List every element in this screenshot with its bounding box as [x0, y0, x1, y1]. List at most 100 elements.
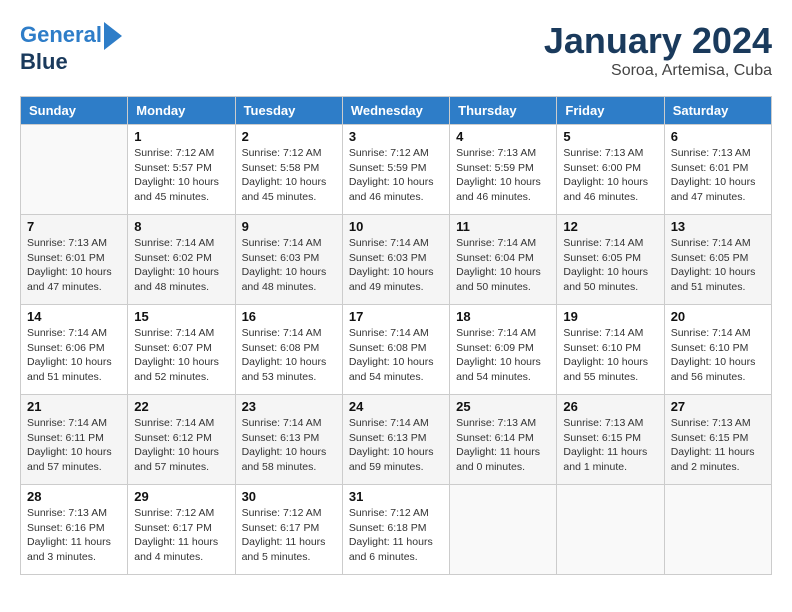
- day-info: Sunrise: 7:12 AM Sunset: 5:59 PM Dayligh…: [349, 146, 443, 205]
- day-info: Sunrise: 7:13 AM Sunset: 6:15 PM Dayligh…: [563, 416, 657, 475]
- day-info: Sunrise: 7:13 AM Sunset: 5:59 PM Dayligh…: [456, 146, 550, 205]
- week-row-2: 7 Sunrise: 7:13 AM Sunset: 6:01 PM Daylig…: [21, 215, 772, 305]
- day-info: Sunrise: 7:14 AM Sunset: 6:08 PM Dayligh…: [349, 326, 443, 385]
- calendar-cell: 21 Sunrise: 7:14 AM Sunset: 6:11 PM Dayli…: [21, 395, 128, 485]
- day-info: Sunrise: 7:12 AM Sunset: 6:18 PM Dayligh…: [349, 506, 443, 565]
- day-info: Sunrise: 7:12 AM Sunset: 6:17 PM Dayligh…: [242, 506, 336, 565]
- calendar-cell: 15Sunrise: 7:14 AM Sunset: 6:07 PM Dayli…: [128, 305, 235, 395]
- calendar-cell: 28 Sunrise: 7:13 AM Sunset: 6:16 PM Dayli…: [21, 485, 128, 575]
- day-info: Sunrise: 7:13 AM Sunset: 6:16 PM Dayligh…: [27, 506, 121, 565]
- day-info: Sunrise: 7:14 AM Sunset: 6:13 PM Dayligh…: [242, 416, 336, 475]
- day-number: 5: [563, 129, 657, 144]
- day-number: 26: [563, 399, 657, 414]
- calendar-cell: 23 Sunrise: 7:14 AM Sunset: 6:13 PM Dayli…: [235, 395, 342, 485]
- calendar-table: SundayMondayTuesdayWednesdayThursdayFrid…: [20, 96, 772, 575]
- day-number: 13: [671, 219, 765, 234]
- day-number: 2: [242, 129, 336, 144]
- week-row-5: 28 Sunrise: 7:13 AM Sunset: 6:16 PM Dayli…: [21, 485, 772, 575]
- calendar-cell: 26 Sunrise: 7:13 AM Sunset: 6:15 PM Dayli…: [557, 395, 664, 485]
- day-info: Sunrise: 7:14 AM Sunset: 6:03 PM Dayligh…: [242, 236, 336, 295]
- day-info: Sunrise: 7:13 AM Sunset: 6:00 PM Dayligh…: [563, 146, 657, 205]
- day-number: 17: [349, 309, 443, 324]
- weekday-header-sunday: Sunday: [21, 97, 128, 125]
- day-info: Sunrise: 7:14 AM Sunset: 6:13 PM Dayligh…: [349, 416, 443, 475]
- calendar-cell: 20Sunrise: 7:14 AM Sunset: 6:10 PM Dayli…: [664, 305, 771, 395]
- calendar-cell: 6Sunrise: 7:13 AM Sunset: 6:01 PM Daylig…: [664, 125, 771, 215]
- logo-text: General: [20, 23, 102, 47]
- calendar-cell: 11 Sunrise: 7:14 AM Sunset: 6:04 PM Dayli…: [450, 215, 557, 305]
- day-info: Sunrise: 7:14 AM Sunset: 6:08 PM Dayligh…: [242, 326, 336, 385]
- calendar-cell: 13 Sunrise: 7:14 AM Sunset: 6:05 PM Dayli…: [664, 215, 771, 305]
- day-number: 14: [27, 309, 121, 324]
- day-info: Sunrise: 7:14 AM Sunset: 6:10 PM Dayligh…: [563, 326, 657, 385]
- calendar-cell: 30Sunrise: 7:12 AM Sunset: 6:17 PM Dayli…: [235, 485, 342, 575]
- day-info: Sunrise: 7:13 AM Sunset: 6:01 PM Dayligh…: [671, 146, 765, 205]
- calendar-cell: 9 Sunrise: 7:14 AM Sunset: 6:03 PM Daylig…: [235, 215, 342, 305]
- day-number: 7: [27, 219, 121, 234]
- day-info: Sunrise: 7:14 AM Sunset: 6:02 PM Dayligh…: [134, 236, 228, 295]
- week-row-3: 14Sunrise: 7:14 AM Sunset: 6:06 PM Dayli…: [21, 305, 772, 395]
- calendar-cell: 3 Sunrise: 7:12 AM Sunset: 5:59 PM Daylig…: [342, 125, 449, 215]
- day-number: 27: [671, 399, 765, 414]
- title-block: January 2024 Soroa, Artemisa, Cuba: [544, 20, 772, 80]
- day-number: 1: [134, 129, 228, 144]
- day-info: Sunrise: 7:12 AM Sunset: 5:58 PM Dayligh…: [242, 146, 336, 205]
- day-number: 20: [671, 309, 765, 324]
- calendar-cell: 5 Sunrise: 7:13 AM Sunset: 6:00 PM Daylig…: [557, 125, 664, 215]
- week-row-4: 21 Sunrise: 7:14 AM Sunset: 6:11 PM Dayli…: [21, 395, 772, 485]
- day-number: 10: [349, 219, 443, 234]
- logo-arrow-icon: [104, 22, 122, 50]
- calendar-cell: 7 Sunrise: 7:13 AM Sunset: 6:01 PM Daylig…: [21, 215, 128, 305]
- day-number: 29: [134, 489, 228, 504]
- day-number: 23: [242, 399, 336, 414]
- day-info: Sunrise: 7:14 AM Sunset: 6:11 PM Dayligh…: [27, 416, 121, 475]
- day-number: 25: [456, 399, 550, 414]
- day-number: 11: [456, 219, 550, 234]
- day-info: Sunrise: 7:13 AM Sunset: 6:01 PM Dayligh…: [27, 236, 121, 295]
- calendar-cell: 29 Sunrise: 7:12 AM Sunset: 6:17 PM Dayli…: [128, 485, 235, 575]
- calendar-cell: [664, 485, 771, 575]
- calendar-cell: 24 Sunrise: 7:14 AM Sunset: 6:13 PM Dayli…: [342, 395, 449, 485]
- weekday-header-saturday: Saturday: [664, 97, 771, 125]
- day-number: 22: [134, 399, 228, 414]
- weekday-header-thursday: Thursday: [450, 97, 557, 125]
- day-number: 24: [349, 399, 443, 414]
- day-info: Sunrise: 7:14 AM Sunset: 6:03 PM Dayligh…: [349, 236, 443, 295]
- day-info: Sunrise: 7:12 AM Sunset: 5:57 PM Dayligh…: [134, 146, 228, 205]
- day-number: 3: [349, 129, 443, 144]
- day-number: 8: [134, 219, 228, 234]
- day-info: Sunrise: 7:14 AM Sunset: 6:05 PM Dayligh…: [563, 236, 657, 295]
- week-row-1: 1 Sunrise: 7:12 AM Sunset: 5:57 PM Daylig…: [21, 125, 772, 215]
- day-number: 4: [456, 129, 550, 144]
- weekday-header-friday: Friday: [557, 97, 664, 125]
- day-number: 21: [27, 399, 121, 414]
- calendar-cell: 19 Sunrise: 7:14 AM Sunset: 6:10 PM Dayli…: [557, 305, 664, 395]
- logo-blue: Blue: [20, 50, 122, 74]
- day-number: 28: [27, 489, 121, 504]
- day-info: Sunrise: 7:14 AM Sunset: 6:09 PM Dayligh…: [456, 326, 550, 385]
- day-number: 16: [242, 309, 336, 324]
- day-info: Sunrise: 7:13 AM Sunset: 6:15 PM Dayligh…: [671, 416, 765, 475]
- logo: General Blue: [20, 20, 122, 74]
- page-header: General Blue January 2024 Soroa, Artemis…: [20, 20, 772, 80]
- calendar-cell: 18 Sunrise: 7:14 AM Sunset: 6:09 PM Dayli…: [450, 305, 557, 395]
- day-number: 19: [563, 309, 657, 324]
- calendar-cell: 17 Sunrise: 7:14 AM Sunset: 6:08 PM Dayli…: [342, 305, 449, 395]
- day-info: Sunrise: 7:14 AM Sunset: 6:05 PM Dayligh…: [671, 236, 765, 295]
- day-info: Sunrise: 7:14 AM Sunset: 6:04 PM Dayligh…: [456, 236, 550, 295]
- day-info: Sunrise: 7:12 AM Sunset: 6:17 PM Dayligh…: [134, 506, 228, 565]
- calendar-cell: [450, 485, 557, 575]
- day-info: Sunrise: 7:14 AM Sunset: 6:07 PM Dayligh…: [134, 326, 228, 385]
- calendar-cell: [21, 125, 128, 215]
- day-number: 18: [456, 309, 550, 324]
- calendar-cell: [557, 485, 664, 575]
- calendar-cell: 25 Sunrise: 7:13 AM Sunset: 6:14 PM Dayli…: [450, 395, 557, 485]
- calendar-cell: 10 Sunrise: 7:14 AM Sunset: 6:03 PM Dayli…: [342, 215, 449, 305]
- calendar-cell: 8 Sunrise: 7:14 AM Sunset: 6:02 PM Daylig…: [128, 215, 235, 305]
- weekday-header-monday: Monday: [128, 97, 235, 125]
- day-number: 9: [242, 219, 336, 234]
- weekday-header-tuesday: Tuesday: [235, 97, 342, 125]
- calendar-cell: 22Sunrise: 7:14 AM Sunset: 6:12 PM Dayli…: [128, 395, 235, 485]
- calendar-cell: 12Sunrise: 7:14 AM Sunset: 6:05 PM Dayli…: [557, 215, 664, 305]
- day-info: Sunrise: 7:13 AM Sunset: 6:14 PM Dayligh…: [456, 416, 550, 475]
